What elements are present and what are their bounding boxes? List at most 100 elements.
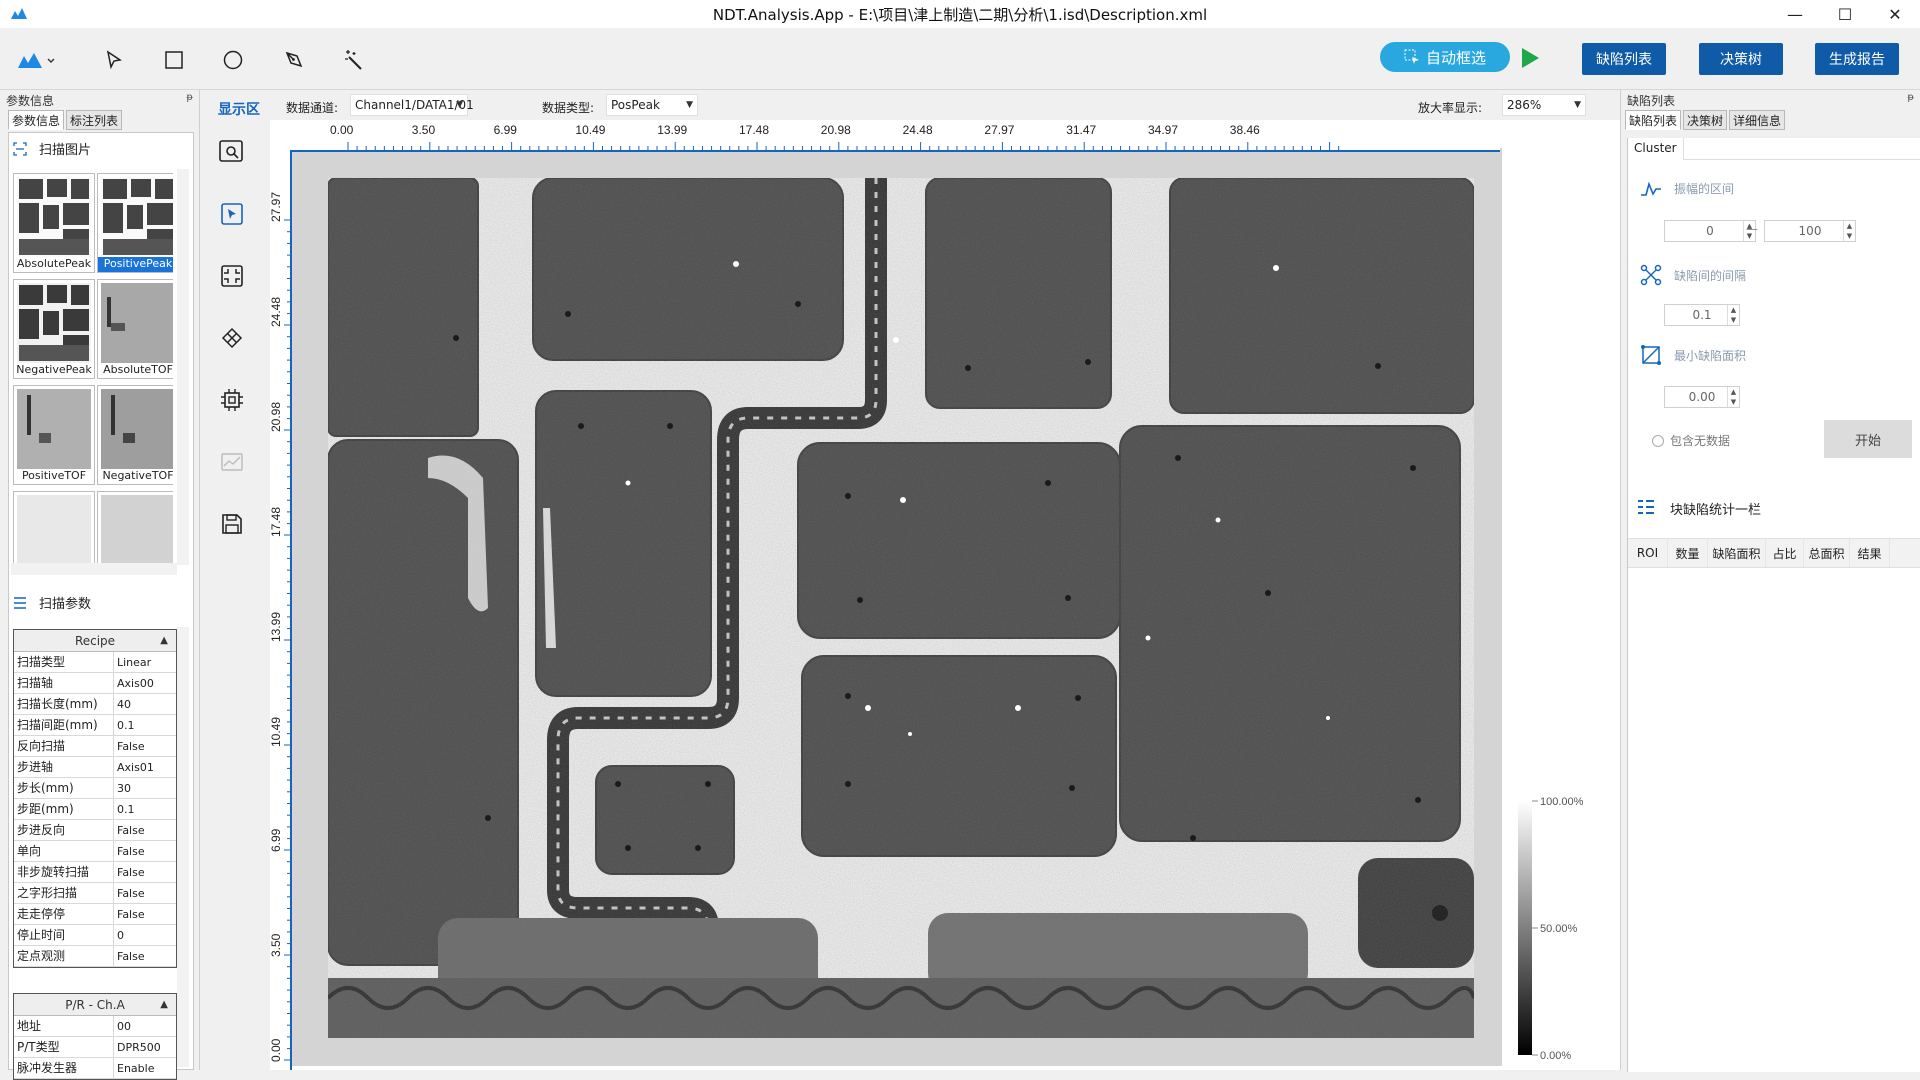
maximize-button[interactable]: ☐: [1820, 0, 1870, 28]
magic-wand-tool[interactable]: [340, 46, 368, 74]
pen-tool[interactable]: [280, 46, 308, 74]
close-button[interactable]: ✕: [1870, 0, 1920, 28]
save-tool[interactable]: [216, 508, 248, 540]
amp-min-input[interactable]: 0 ▲ ▼: [1664, 220, 1756, 242]
defect-pattern-tool[interactable]: [216, 322, 248, 354]
col-total-area[interactable]: 总面积: [1804, 539, 1850, 567]
property-row[interactable]: 停止时间 0: [14, 925, 176, 946]
thumbnail[interactable]: [97, 491, 173, 563]
start-button[interactable]: 开始: [1824, 420, 1912, 458]
pin-icon[interactable]: ᵽ: [1907, 92, 1914, 103]
tab-details[interactable]: 详细信息: [1729, 110, 1786, 130]
fit-tool[interactable]: [216, 260, 248, 292]
property-row[interactable]: 扫描轴 Axis00: [14, 673, 176, 694]
tab-decision-tree[interactable]: 决策树: [1683, 110, 1728, 130]
zoom-image-tool[interactable]: [216, 136, 248, 168]
rectangle-tool[interactable]: [160, 46, 188, 74]
col-count[interactable]: 数量: [1668, 539, 1708, 567]
property-value[interactable]: False: [114, 883, 176, 903]
property-value[interactable]: Enable: [114, 1058, 176, 1078]
thumbnail[interactable]: PositiveTOF: [13, 385, 95, 485]
tab-cluster[interactable]: Cluster: [1628, 138, 1684, 160]
property-value[interactable]: False: [114, 904, 176, 924]
property-row[interactable]: 扫描类型 Linear: [14, 652, 176, 673]
thumbnail[interactable]: [13, 491, 95, 563]
property-row[interactable]: 地址 00: [14, 1016, 176, 1037]
property-value[interactable]: Linear: [114, 652, 176, 672]
property-value[interactable]: 30: [114, 778, 176, 798]
col-ratio[interactable]: 占比: [1766, 539, 1804, 567]
thumbnail-vertical-scrollbar[interactable]: [177, 169, 189, 565]
property-value[interactable]: False: [114, 862, 176, 882]
channel-select[interactable]: Channel1/DATA1/01 ▼: [350, 94, 474, 116]
chart-tool-disabled[interactable]: [216, 446, 248, 478]
property-row[interactable]: 定点观测 False: [14, 946, 176, 967]
tab-params[interactable]: 参数信息: [8, 110, 65, 130]
property-value[interactable]: Axis01: [114, 757, 176, 777]
property-value[interactable]: 0: [114, 925, 176, 945]
property-row[interactable]: 之字形扫描 False: [14, 883, 176, 904]
property-row[interactable]: 单向 False: [14, 841, 176, 862]
property-value[interactable]: DPR500: [114, 1037, 176, 1057]
thumbnail-horizontal-scrollbar[interactable]: [11, 563, 177, 575]
col-roi[interactable]: ROI: [1628, 539, 1668, 567]
minimize-button[interactable]: —: [1770, 0, 1820, 28]
zoom-select[interactable]: 286% ▼: [1502, 94, 1586, 116]
property-value[interactable]: 0.1: [114, 799, 176, 819]
spin-arrows-icon[interactable]: ▲ ▼: [1727, 305, 1739, 325]
tab-defect-list[interactable]: 缺陷列表: [1625, 110, 1682, 130]
thumbnail[interactable]: NegativeTOF: [97, 385, 173, 485]
col-defect-area[interactable]: 缺陷面积: [1708, 539, 1766, 567]
property-row[interactable]: 步进轴 Axis01: [14, 757, 176, 778]
property-value[interactable]: False: [114, 736, 176, 756]
property-value[interactable]: 00: [114, 1016, 176, 1036]
thumbnail[interactable]: AbsolutePeak: [13, 173, 95, 273]
min-area-input[interactable]: 0.00 ▲ ▼: [1664, 386, 1740, 408]
pin-icon[interactable]: ᵽ: [186, 92, 193, 103]
pointer-tool[interactable]: [100, 46, 128, 74]
data-type-select[interactable]: PosPeak ▼: [606, 94, 698, 116]
defect-list-button[interactable]: 缺陷列表: [1582, 43, 1666, 75]
gap-input[interactable]: 0.1 ▲ ▼: [1664, 304, 1740, 326]
logo-menu-button[interactable]: [16, 46, 56, 74]
params-vertical-scrollbar[interactable]: [177, 627, 189, 1067]
property-row[interactable]: 扫描间距(mm) 0.1: [14, 715, 176, 736]
ellipse-tool[interactable]: [219, 46, 247, 74]
thumbnail[interactable]: AbsoluteTOF: [97, 279, 173, 379]
pr-header[interactable]: P/R - Ch.A ▲: [14, 994, 176, 1016]
thumbnail[interactable]: NegativePeak: [13, 279, 95, 379]
property-row[interactable]: 步长(mm) 30: [14, 778, 176, 799]
property-row[interactable]: 步进反向 False: [14, 820, 176, 841]
property-value[interactable]: Axis00: [114, 673, 176, 693]
play-icon[interactable]: [1518, 45, 1542, 71]
property-row[interactable]: 扫描长度(mm) 40: [14, 694, 176, 715]
recipe-header[interactable]: Recipe ▲: [14, 630, 176, 652]
property-row[interactable]: 脉冲发生器 Enable: [14, 1058, 176, 1079]
spin-arrows-icon[interactable]: ▲ ▼: [1843, 221, 1855, 241]
radio-button[interactable]: [1652, 434, 1664, 447]
spin-arrows-icon[interactable]: ▲ ▼: [1727, 387, 1739, 407]
property-row[interactable]: 走走停停 False: [14, 904, 176, 925]
property-row[interactable]: 步距(mm) 0.1: [14, 799, 176, 820]
property-value[interactable]: False: [114, 841, 176, 861]
property-value[interactable]: 40: [114, 694, 176, 714]
property-row[interactable]: 非步旋转扫描 False: [14, 862, 176, 883]
chip-tool[interactable]: [216, 384, 248, 416]
auto-select-button[interactable]: 自动框选: [1380, 42, 1510, 72]
decision-tree-button[interactable]: 决策树: [1699, 43, 1783, 75]
scan-image[interactable]: [328, 178, 1474, 1038]
tab-annotations[interactable]: 标注列表: [66, 110, 123, 130]
select-tool[interactable]: [216, 198, 248, 230]
list-icon: [14, 596, 26, 609]
amp-max-input[interactable]: 100 ▲ ▼: [1764, 220, 1856, 242]
generate-report-button[interactable]: 生成报告: [1815, 43, 1899, 75]
property-row[interactable]: 反向扫描 False: [14, 736, 176, 757]
include-nodata-option[interactable]: 包含无数据: [1652, 432, 1730, 449]
property-value[interactable]: False: [114, 820, 176, 840]
thumbnail-selected[interactable]: PositivePeak: [97, 173, 173, 273]
col-result[interactable]: 结果: [1850, 539, 1890, 567]
property-value[interactable]: 0.1: [114, 715, 176, 735]
include-nodata-label: 包含无数据: [1670, 434, 1731, 448]
property-value[interactable]: False: [114, 946, 176, 966]
property-row[interactable]: P/T类型 DPR500: [14, 1037, 176, 1058]
